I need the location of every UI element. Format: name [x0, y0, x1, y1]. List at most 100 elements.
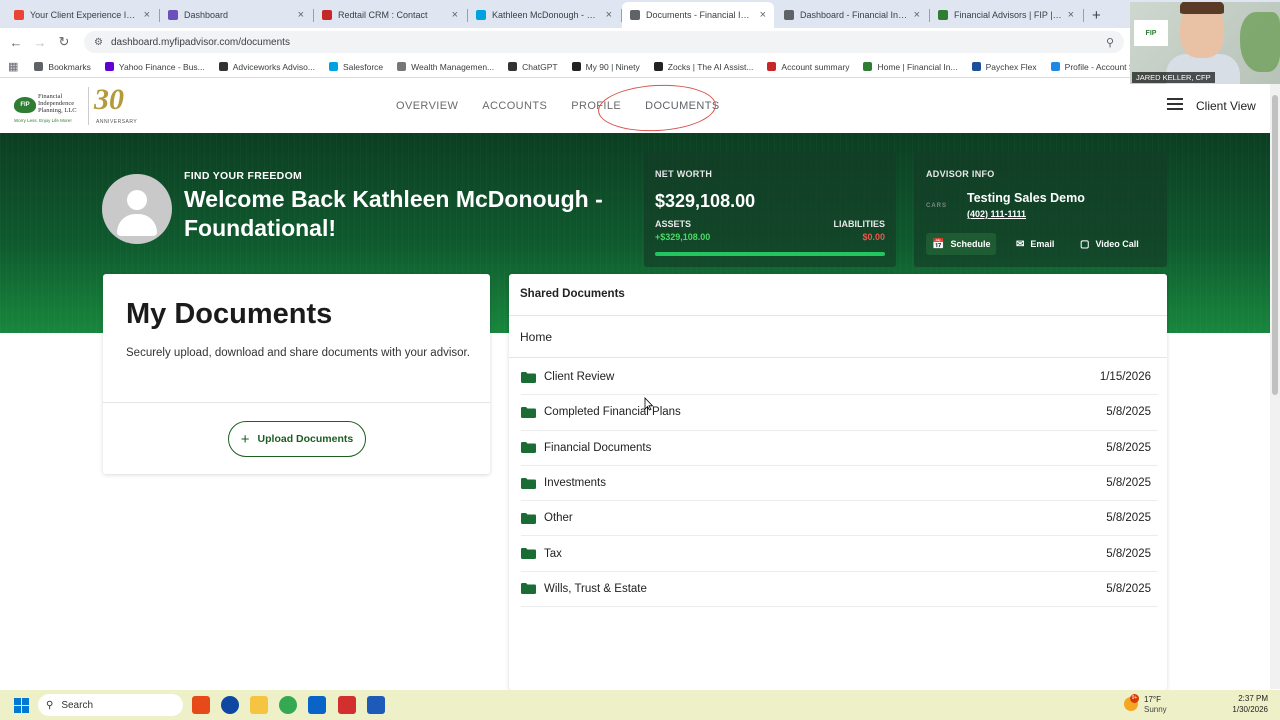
tab-title: Kathleen McDonough - Foun [492, 10, 600, 20]
browser-tab[interactable]: Documents - Financial Indep × [622, 2, 774, 28]
my-documents-title: My Documents [126, 298, 333, 330]
close-icon[interactable]: × [760, 9, 766, 21]
site-info-icon[interactable]: ⚙ [94, 37, 103, 48]
url-input[interactable]: ⚙ dashboard.myfipadvisor.com/documents ⚲ [84, 31, 1124, 53]
my-documents-description: Securely upload, download and share docu… [126, 347, 470, 359]
schedule-button[interactable]: 📅 Schedule [926, 233, 997, 255]
acrobat-icon[interactable] [338, 696, 356, 714]
schedule-label: Schedule [950, 239, 991, 249]
taskbar-search[interactable]: ⚲ Search [38, 694, 183, 716]
app-icon-2[interactable] [221, 696, 239, 714]
tab-favicon-icon [784, 10, 794, 20]
reload-icon[interactable]: ↻ [52, 34, 76, 50]
nav-accounts[interactable]: ACCOUNTS [482, 100, 547, 112]
my-documents-card: My Documents Securely upload, download a… [103, 274, 490, 474]
outlook-icon[interactable] [308, 696, 326, 714]
file-explorer-icon[interactable] [250, 696, 268, 714]
advisor-logo: CARS [926, 203, 948, 209]
new-tab-icon[interactable]: + [1084, 2, 1109, 28]
browser-tab[interactable]: Dashboard × [160, 2, 314, 28]
folder-date: 5/8/2025 [1106, 441, 1151, 454]
folder-row[interactable]: Completed Financial Plans 5/8/2025 [521, 395, 1158, 431]
windows-start-icon[interactable] [14, 698, 29, 713]
bookmark-item[interactable]: ChatGPT [508, 62, 558, 72]
browser-tab[interactable]: Financial Advisors | FIP | Fina × [930, 2, 1084, 28]
bookmark-item[interactable]: Home | Financial In... [863, 62, 958, 72]
bookmark-favicon-icon [508, 62, 518, 71]
tab-favicon-icon [938, 10, 948, 20]
clock-date: 1/30/2026 [1232, 705, 1268, 714]
apps-grid-icon[interactable]: ▦ [8, 60, 18, 73]
system-clock[interactable]: 2:37 PM 1/30/2026 [1232, 693, 1268, 715]
net-worth-value: $329,108.00 [655, 191, 756, 211]
wall-logo: FIP [1134, 20, 1168, 46]
bookmark-favicon-icon [218, 62, 228, 71]
folder-row[interactable]: Financial Documents 5/8/2025 [521, 431, 1158, 466]
folder-name: Tax [544, 547, 562, 560]
menu-icon[interactable] [1167, 98, 1183, 112]
presenter-video: FIP JARED KELLER, CFP [1130, 2, 1280, 84]
close-icon[interactable]: × [1068, 9, 1074, 21]
taskbar-search-label: Search [61, 699, 94, 711]
bookmark-favicon-icon [653, 62, 663, 71]
folder-name: Investments [544, 477, 606, 490]
folder-row[interactable]: Investments 5/8/2025 [521, 466, 1158, 502]
bookmark-favicon-icon [863, 62, 873, 71]
browser-tab[interactable]: Dashboard - Financial Indepe × [776, 2, 930, 28]
bookmarks-bar: ▦ Bookmarks Yahoo Finance - Bus... Advicew… [0, 56, 1280, 78]
advisor-name: Testing Sales Demo [967, 191, 1085, 205]
company-logo[interactable]: FIP Financial Independence Planning, LLC… [12, 83, 142, 129]
bookmark-item[interactable]: Salesforce [328, 61, 384, 72]
bookmark-favicon-icon [767, 62, 777, 71]
logo-name: Financial Independence Planning, LLC [38, 93, 77, 114]
close-icon[interactable]: × [144, 9, 150, 21]
temperature: 17°F [1144, 695, 1161, 704]
app-icon-1[interactable] [192, 696, 210, 714]
close-icon[interactable]: × [298, 9, 304, 21]
bookmark-item[interactable]: Paychex Flex [971, 62, 1037, 72]
folder-name: Client Review [544, 371, 615, 384]
bookmark-item[interactable]: Bookmarks [34, 62, 91, 72]
bookmark-favicon-icon [104, 62, 114, 71]
bookmark-item[interactable]: My 90 | Ninety [571, 62, 640, 72]
bookmark-item[interactable]: Wealth Managemen... [397, 62, 494, 72]
folder-row[interactable]: Tax 5/8/2025 [521, 536, 1158, 572]
bookmark-label: Salesforce [342, 61, 384, 72]
browser-tab[interactable]: Redtail CRM : Contact × [314, 2, 468, 28]
folder-icon [521, 406, 536, 418]
anniversary-number: 30 [94, 83, 124, 116]
zoom-icon[interactable]: ⚲ [1106, 36, 1114, 49]
close-icon[interactable]: × [452, 9, 458, 21]
bookmark-item[interactable]: Yahoo Finance - Bus... [104, 62, 205, 72]
advisor-phone[interactable]: (402) 111-1111 [967, 209, 1026, 219]
video-call-button[interactable]: ▢ Video Call [1074, 233, 1145, 255]
bookmark-favicon-icon [971, 62, 981, 71]
chrome-icon[interactable] [279, 696, 297, 714]
folder-icon [521, 548, 536, 560]
bookmark-item[interactable]: Zocks | The AI Assist... [653, 62, 753, 72]
client-view-label[interactable]: Client View [1196, 99, 1256, 113]
weather-widget[interactable]: 9+ 17°F Sunny [1124, 694, 1204, 716]
close-icon[interactable]: × [606, 9, 612, 21]
folder-date: 5/8/2025 [1106, 582, 1151, 595]
forward-icon[interactable]: → [28, 35, 52, 50]
folder-icon [521, 512, 536, 524]
nav-overview[interactable]: OVERVIEW [396, 100, 458, 112]
folder-row[interactable]: Other 5/8/2025 [521, 501, 1158, 537]
page-scrollbar[interactable] [1270, 79, 1280, 689]
upload-documents-button[interactable]: + Upload Documents [228, 421, 366, 457]
back-icon[interactable]: ← [4, 35, 28, 50]
folder-row[interactable]: Wills, Trust & Estate 5/8/2025 [521, 572, 1158, 608]
bookmark-item[interactable]: Adviceworks Adviso... [218, 62, 315, 72]
bookmark-item[interactable]: Account summary [767, 62, 849, 72]
close-icon[interactable]: × [914, 9, 920, 21]
word-icon[interactable] [367, 696, 385, 714]
scrollbar-thumb[interactable] [1272, 95, 1278, 395]
presenter-hair [1180, 2, 1224, 14]
browser-tab[interactable]: Your Client Experience Invitat × [6, 2, 160, 28]
tab-title: Dashboard - Financial Indepe [800, 10, 908, 20]
email-button[interactable]: ✉ Email [1010, 233, 1060, 255]
breadcrumb[interactable]: Home [520, 330, 552, 344]
folder-row[interactable]: Client Review 1/15/2026 [521, 360, 1158, 396]
browser-tab[interactable]: Kathleen McDonough - Foun × [468, 2, 622, 28]
